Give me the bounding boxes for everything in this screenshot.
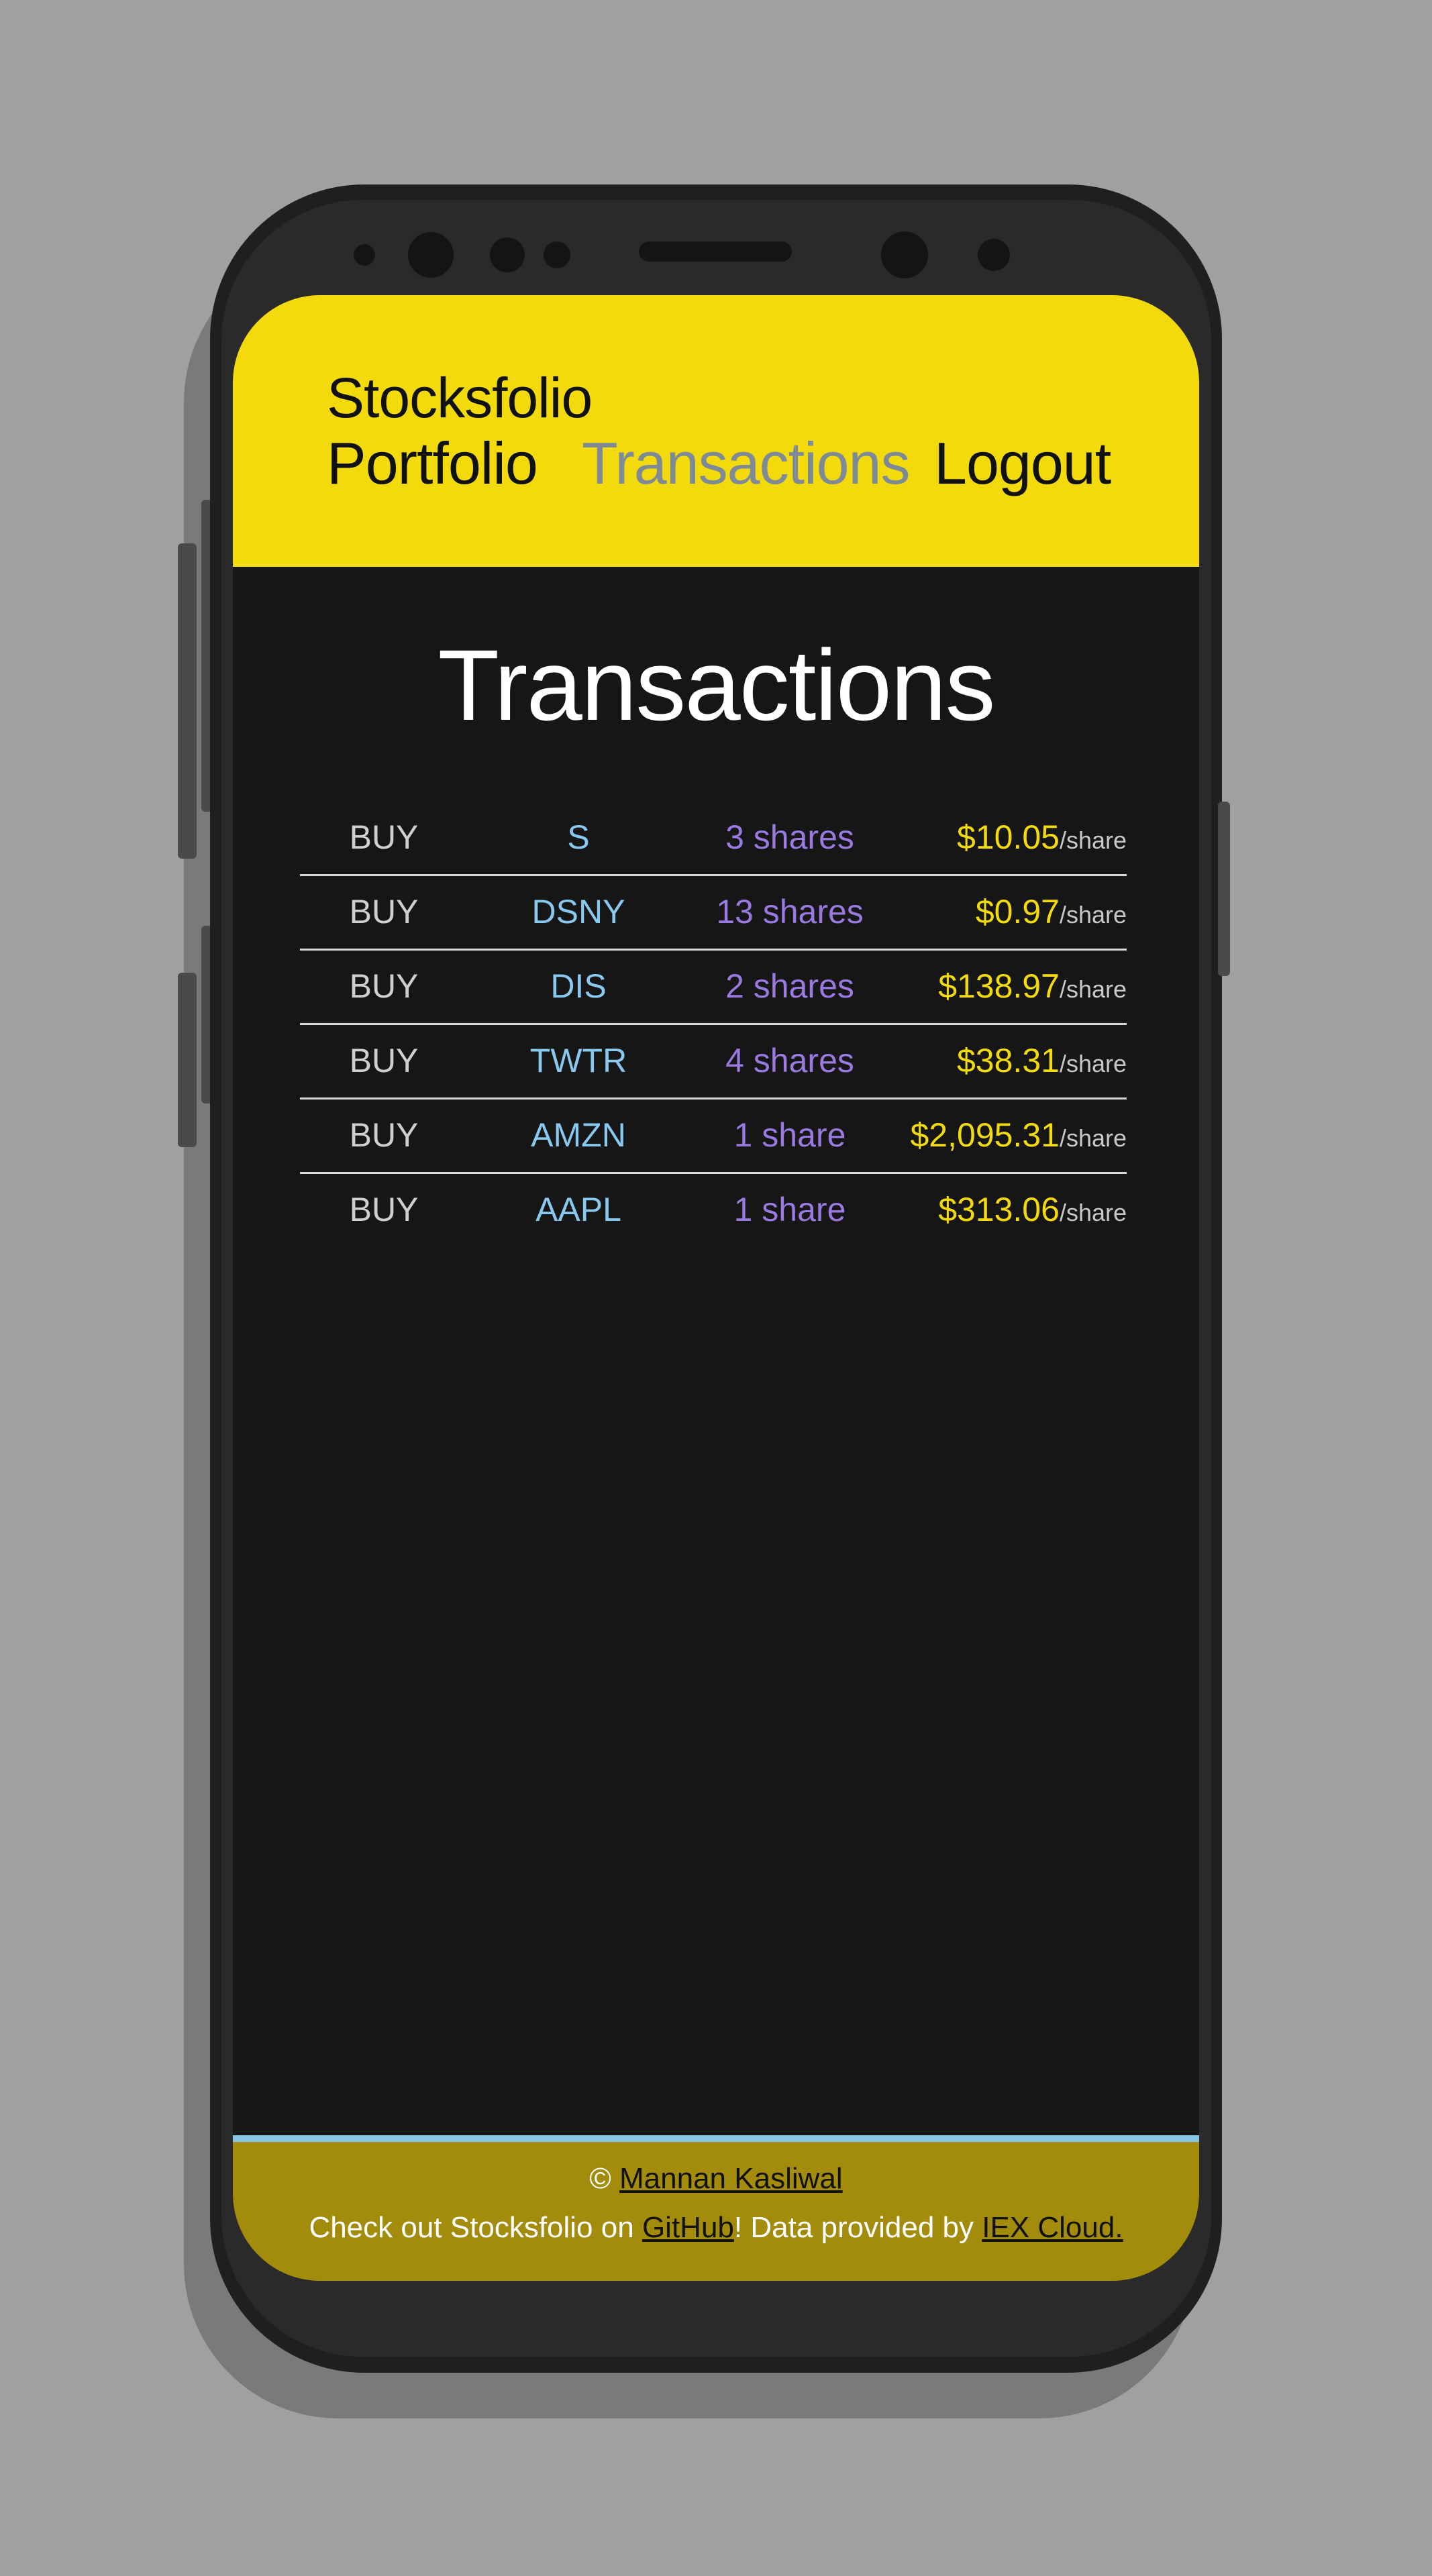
stock-symbol: TWTR <box>529 1042 627 1079</box>
share-quantity: 4 shares <box>725 1042 854 1079</box>
table-row: BUY AAPL 1 share $313.06/share <box>300 1174 1127 1246</box>
price-unit: /share <box>1059 1050 1127 1077</box>
github-link[interactable]: GitHub <box>642 2211 734 2244</box>
price-unit: /share <box>1059 1199 1127 1226</box>
table-row: BUY S 3 shares $10.05/share <box>300 802 1127 876</box>
footer-accent-line <box>233 2135 1199 2142</box>
share-price: $313.06/share <box>938 1190 1127 1229</box>
price-unit: /share <box>1059 901 1127 928</box>
table-row: BUY DIS 2 shares $138.97/share <box>300 951 1127 1025</box>
transaction-type: BUY <box>349 1191 419 1228</box>
nav-portfolio[interactable]: Portfolio <box>327 429 538 498</box>
phone-button-volume-down <box>178 973 197 1147</box>
share-quantity: 2 shares <box>725 967 854 1005</box>
price-value: $2,095.31 <box>910 1116 1060 1154</box>
footer-text-prefix: Check out Stocksfolio on <box>309 2211 634 2244</box>
price-value: $138.97 <box>938 967 1060 1005</box>
transaction-type: BUY <box>349 1042 419 1079</box>
page-title: Transactions <box>438 629 995 741</box>
transaction-type: BUY <box>349 893 419 930</box>
front-camera-icon <box>408 232 454 278</box>
transactions-table: BUY S 3 shares $10.05/share BUY DSNY 13 … <box>300 802 1127 1246</box>
table-row: BUY TWTR 4 shares $38.31/share <box>300 1025 1127 1099</box>
app-header: Stocksfolio Portfolio Transactions Logou… <box>233 295 1199 567</box>
price-value: $313.06 <box>938 1191 1060 1228</box>
stock-symbol: DIS <box>550 967 607 1005</box>
share-price: $138.97/share <box>938 967 1127 1006</box>
share-price: $0.97/share <box>976 892 1127 931</box>
nav-transactions[interactable]: Transactions <box>582 429 910 498</box>
app-screen: Stocksfolio Portfolio Transactions Logou… <box>233 295 1199 2281</box>
sensor-icon <box>354 244 375 266</box>
stock-symbol: S <box>567 818 590 856</box>
front-camera-icon <box>881 231 928 278</box>
share-price: $10.05/share <box>957 818 1127 857</box>
earpiece-speaker <box>639 241 792 262</box>
share-quantity: 3 shares <box>725 818 854 856</box>
price-value: $0.97 <box>975 893 1060 930</box>
phone-button-volume-up <box>178 543 197 859</box>
share-price: $38.31/share <box>957 1041 1127 1080</box>
transaction-type: BUY <box>349 967 419 1005</box>
transaction-type: BUY <box>349 1116 419 1154</box>
price-value: $38.31 <box>957 1042 1060 1079</box>
share-quantity: 13 shares <box>716 893 864 930</box>
transaction-type: BUY <box>349 818 419 856</box>
stock-symbol: AMZN <box>531 1116 626 1154</box>
nav-logout[interactable]: Logout <box>934 429 1111 498</box>
sensor-icon <box>490 237 525 272</box>
footer-copyright: © Mannan Kasliwal <box>233 2162 1199 2196</box>
iex-cloud-link[interactable]: IEX Cloud. <box>982 2211 1123 2244</box>
brand-logo[interactable]: Stocksfolio <box>327 366 593 431</box>
footer-text-middle: ! Data provided by <box>733 2211 974 2244</box>
price-unit: /share <box>1059 826 1127 854</box>
share-quantity: 1 share <box>733 1116 846 1154</box>
price-value: $10.05 <box>957 818 1060 856</box>
author-link[interactable]: Mannan Kasliwal <box>619 2162 843 2195</box>
stock-symbol: DSNY <box>531 893 625 930</box>
phone-button-power <box>1218 802 1230 976</box>
copyright-symbol: © <box>589 2162 611 2195</box>
share-quantity: 1 share <box>733 1191 846 1228</box>
sensor-icon <box>978 239 1010 271</box>
share-price: $2,095.31/share <box>911 1116 1127 1155</box>
table-row: BUY AMZN 1 share $2,095.31/share <box>300 1099 1127 1174</box>
sensor-icon <box>544 241 570 268</box>
price-unit: /share <box>1059 1124 1127 1152</box>
table-row: BUY DSNY 13 shares $0.97/share <box>300 876 1127 951</box>
price-unit: /share <box>1059 975 1127 1003</box>
app-footer: © Mannan Kasliwal Check out Stocksfolio … <box>233 2142 1199 2281</box>
stock-symbol: AAPL <box>535 1191 621 1228</box>
footer-credits: Check out Stocksfolio on GitHub! Data pr… <box>233 2211 1199 2245</box>
